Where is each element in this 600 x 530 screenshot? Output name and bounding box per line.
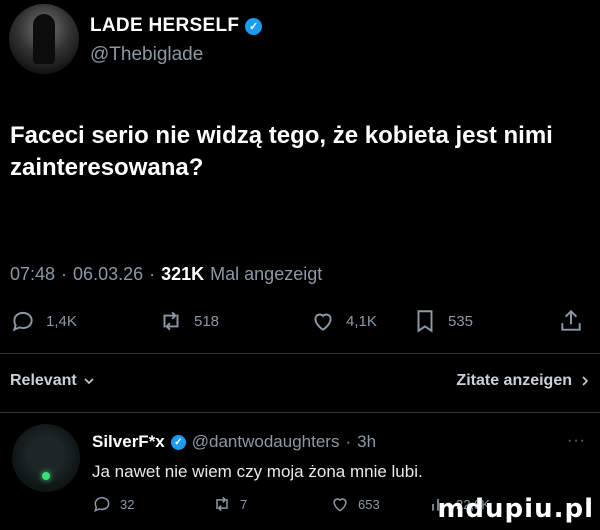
bookmark-button[interactable]: 535 [412,308,473,334]
author-name[interactable]: LADE HERSELF [90,15,239,37]
tweet-date[interactable]: 06.03.26 [73,264,143,285]
heart-icon [314,313,332,331]
reply-like-button[interactable]: 653 [330,494,380,514]
more-options-icon[interactable]: ··· [567,432,586,450]
meta-separator: · [61,264,68,284]
author-handle[interactable]: @Thebiglade [90,44,203,66]
like-button[interactable]: 4,1K [310,308,377,334]
reply-like-count: 653 [358,496,380,512]
bookmark-count: 535 [448,312,474,330]
reply-icon [94,496,110,513]
reply-reply-button[interactable]: 32 [92,494,134,514]
tweet-text: Faceci serio nie widzą tego, że kobieta … [10,122,553,181]
reply-header: SilverF*x ✓ @dantwodaughters · 3h [92,432,376,452]
tweet-meta: 07:48 · 06.03.26 · 321K Mal angezeigt [10,264,322,285]
reply-reply-count: 32 [120,496,135,512]
reply-count: 1,4K [46,312,77,330]
share-icon [561,309,581,331]
views-count: 321K [161,264,205,284]
chevron-down-icon [84,378,94,385]
repost-icon [216,496,228,512]
share-button[interactable] [558,308,584,334]
repost-button[interactable]: 518 [158,308,219,334]
watermark: mdupiu.pl [437,494,594,524]
reply-icon [12,311,33,332]
reply-text: Ja nawet nie wiem czy moja żona mnie lub… [92,462,423,481]
quotes-link[interactable]: Zitate anzeigen [456,372,590,390]
reply-author-handle[interactable]: @dantwodaughters [192,432,340,452]
tweet-action-bar: 1,4K 518 4,1K 535 [10,308,588,342]
reply-repost-button[interactable]: 7 [212,494,247,514]
heart-icon [333,498,347,512]
author-name-row[interactable]: LADE HERSELF ✓ [90,15,263,37]
verified-badge-icon: ✓ [245,17,263,35]
like-count: 4,1K [346,312,377,330]
sort-label: Relevant [10,372,77,389]
reply-time[interactable]: 3h [357,432,376,452]
divider [0,353,600,354]
sort-dropdown[interactable]: Relevant [10,372,95,390]
repost-icon [163,311,179,331]
quotes-label: Zitate anzeigen [456,372,572,389]
repost-count: 518 [194,312,220,330]
reply-author-name[interactable]: SilverF*x [92,432,165,452]
author-avatar[interactable] [9,4,79,74]
views-label: Mal angezeigt [210,264,323,284]
tweet-time[interactable]: 07:48 [10,264,55,285]
reply-repost-count: 7 [240,496,248,512]
divider [0,412,600,413]
bookmark-icon [417,310,433,333]
reply-avatar[interactable] [12,424,80,492]
meta-separator: · [149,264,156,284]
meta-separator: · [345,432,352,451]
chevron-right-icon [582,376,589,386]
reply-button[interactable]: 1,4K [10,308,77,334]
verified-badge-icon: ✓ [170,434,186,450]
